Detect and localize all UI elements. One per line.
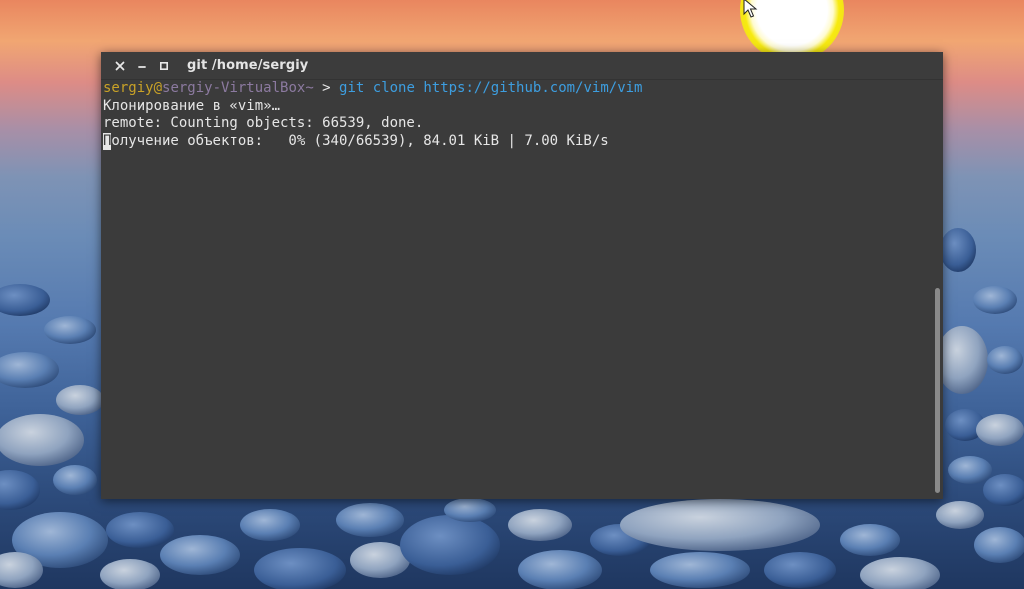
prompt-host: sergiy-VirtualBox bbox=[162, 80, 306, 96]
terminal-output[interactable]: sergiy@sergiy-VirtualBox~ > git clone ht… bbox=[101, 80, 931, 499]
window-titlebar[interactable]: git /home/sergiy bbox=[101, 52, 943, 80]
maximize-icon bbox=[159, 61, 169, 70]
prompt-at: @ bbox=[153, 80, 163, 96]
vertical-scrollbar[interactable] bbox=[931, 80, 943, 499]
close-button[interactable] bbox=[109, 52, 131, 79]
output-line-remote: remote: Counting objects: 66539, done. bbox=[103, 115, 424, 131]
minimize-button[interactable] bbox=[131, 52, 153, 79]
close-icon bbox=[115, 61, 125, 70]
scrollbar-thumb[interactable] bbox=[935, 288, 940, 493]
maximize-button[interactable] bbox=[153, 52, 175, 79]
prompt-command: git clone https://github.com/vim/vim bbox=[339, 80, 643, 96]
terminal-window[interactable]: git /home/sergiy sergiy@sergiy-VirtualBo… bbox=[101, 52, 943, 499]
mouse-pointer-icon bbox=[743, 0, 758, 18]
prompt-symbol: > bbox=[313, 80, 340, 96]
window-title: git /home/sergiy bbox=[187, 58, 309, 73]
output-line-progress: Получение объектов: 0% (340/66539), 84.0… bbox=[103, 132, 931, 150]
output-line-cloning: Клонирование в «vim»… bbox=[103, 97, 281, 114]
minimize-icon bbox=[138, 65, 146, 68]
prompt-user: sergiy bbox=[103, 80, 154, 96]
prompt-line: sergiy@sergiy-VirtualBox~ > git clone ht… bbox=[103, 80, 931, 98]
progress-text: олучение объектов: 0% (340/66539), 84.01… bbox=[111, 132, 609, 149]
prompt-path: ~ bbox=[305, 80, 314, 96]
